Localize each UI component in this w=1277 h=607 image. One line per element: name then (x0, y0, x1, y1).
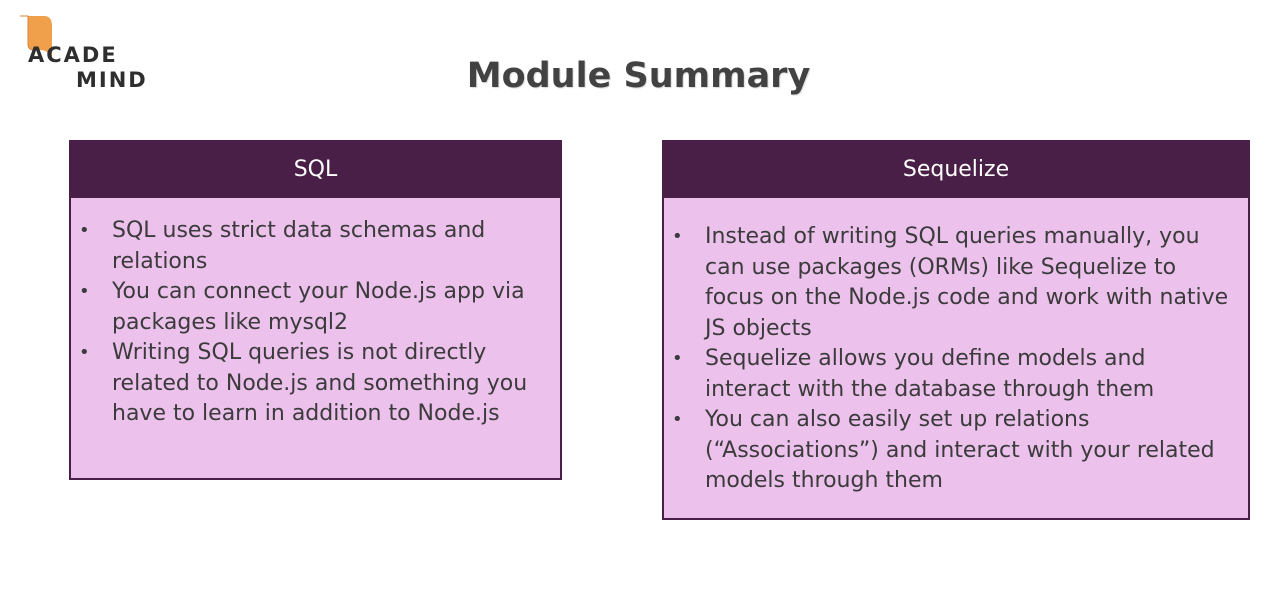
bullet-text: SQL uses strict data schemas and relatio… (112, 218, 486, 274)
bullet-text: Sequelize allows you define models and i… (705, 346, 1155, 402)
bullet-icon: • (672, 348, 683, 369)
bullet-icon: • (79, 281, 90, 302)
bullet-icon: • (672, 409, 683, 430)
bullet-text: You can also easily set up relations (“A… (705, 407, 1215, 493)
list-item: • Instead of writing SQL queries manually… (672, 222, 1234, 344)
list-item: • You can also easily set up relations (“… (672, 405, 1234, 497)
list-item: • Writing SQL queries is not directly rel… (79, 338, 540, 430)
bullet-icon: • (672, 226, 683, 247)
sql-bullet-list: • SQL uses strict data schemas and relati… (71, 198, 560, 430)
sequelize-card-header: Sequelize (664, 142, 1248, 198)
list-item: • SQL uses strict data schemas and relati… (79, 216, 540, 277)
bullet-text: Writing SQL queries is not directly rela… (112, 340, 528, 426)
bullet-text: You can connect your Node.js app via pac… (112, 279, 525, 335)
sequelize-bullet-list: • Instead of writing SQL queries manually… (664, 198, 1248, 497)
sequelize-card: Sequelize • Instead of writing SQL querie… (662, 140, 1250, 520)
bullet-text: Instead of writing SQL queries manually,… (705, 224, 1229, 341)
sql-card-header: SQL (71, 142, 560, 198)
sql-card: SQL • SQL uses strict data schemas and re… (69, 140, 562, 480)
page-title: Module Summary (466, 56, 811, 96)
list-item: • Sequelize allows you define models and … (672, 344, 1234, 405)
bullet-icon: • (79, 342, 90, 363)
bullet-icon: • (79, 220, 90, 241)
list-item: • You can connect your Node.js app via pa… (79, 277, 540, 338)
